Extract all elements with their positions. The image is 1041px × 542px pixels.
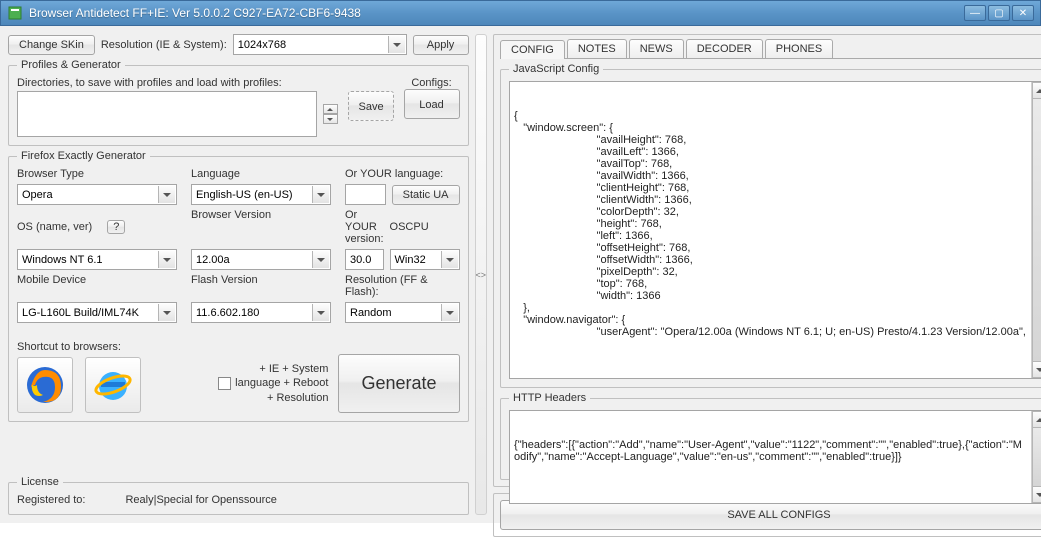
- resolution-select[interactable]: 1024x768: [233, 34, 407, 55]
- splitter-handle[interactable]: <>: [475, 34, 488, 515]
- browser-version-select[interactable]: 12.00a: [191, 249, 331, 270]
- generate-options-label: + IE + System language + Reboot + Resolu…: [218, 362, 328, 405]
- http-headers-fieldset: HTTP Headers {"headers":[{"action":"Add"…: [500, 392, 1041, 480]
- os-label: OS (name, ver): [17, 221, 92, 233]
- tab-phones[interactable]: PHONES: [765, 39, 833, 58]
- chevron-down-icon: [441, 251, 458, 268]
- generate-button[interactable]: Generate: [338, 354, 459, 413]
- browser-type-select[interactable]: Opera: [17, 184, 177, 205]
- flash-select[interactable]: 11.6.602.180: [191, 302, 331, 323]
- config-fieldset: CONFIG NOTES NEWS DECODER PHONES JavaScr…: [493, 34, 1041, 487]
- registered-label: Registered to:: [17, 494, 85, 506]
- or-version-label: Or YOUR version:: [345, 209, 384, 245]
- generator-fieldset: Firefox Exactly Generator Browser Type L…: [8, 150, 469, 422]
- config-tabs: CONFIG NOTES NEWS DECODER PHONES: [500, 39, 1041, 59]
- chevron-down-icon: [158, 186, 175, 203]
- scroll-down-icon[interactable]: [1032, 361, 1041, 378]
- chevron-down-icon: [388, 36, 405, 53]
- app-icon: [7, 5, 23, 21]
- maximize-button[interactable]: ▢: [988, 5, 1010, 21]
- profiles-fieldset: Profiles & Generator Directories, to sav…: [8, 59, 469, 146]
- resolution-value: 1024x768: [238, 39, 286, 51]
- os-help-button[interactable]: ?: [107, 220, 125, 234]
- static-ua-button[interactable]: Static UA: [392, 185, 460, 205]
- generate-options-checkbox[interactable]: [218, 377, 231, 390]
- apply-button[interactable]: Apply: [413, 35, 469, 55]
- load-profiles-button[interactable]: Load: [404, 89, 460, 119]
- chevron-down-icon: [158, 251, 175, 268]
- license-fieldset: License Registered to: Realy|Special for…: [8, 476, 469, 515]
- js-config-textarea[interactable]: { "window.screen": { "availHeight": 768,…: [509, 81, 1041, 379]
- browser-type-label: Browser Type: [17, 168, 177, 180]
- tab-news[interactable]: NEWS: [629, 39, 684, 58]
- ie-shortcut[interactable]: [85, 357, 141, 413]
- save-all-configs-button[interactable]: SAVE ALL CONFIGS: [500, 500, 1041, 530]
- res-ff-label: Resolution (FF & Flash):: [345, 274, 460, 298]
- minimize-button[interactable]: —: [964, 5, 986, 21]
- close-button[interactable]: ✕: [1012, 5, 1034, 21]
- directories-label: Directories, to save with profiles and l…: [17, 77, 338, 89]
- mobile-label: Mobile Device: [17, 274, 177, 298]
- tab-notes[interactable]: NOTES: [567, 39, 627, 58]
- os-select[interactable]: Windows NT 6.1: [17, 249, 177, 270]
- firefox-shortcut[interactable]: [17, 357, 73, 413]
- profiles-dir-input[interactable]: [17, 91, 317, 137]
- language-select[interactable]: English-US (en-US): [191, 184, 331, 205]
- save-profiles-button[interactable]: Save: [348, 91, 394, 121]
- js-config-legend: JavaScript Config: [509, 63, 603, 75]
- license-legend: License: [17, 476, 63, 488]
- registered-value: Realy|Special for Openssource: [125, 494, 276, 506]
- scroll-down-icon[interactable]: [1032, 486, 1041, 503]
- or-version-input[interactable]: 30.0: [345, 249, 384, 270]
- http-headers-textarea[interactable]: {"headers":[{"action":"Add","name":"User…: [509, 410, 1041, 504]
- js-config-fieldset: JavaScript Config { "window.screen": { "…: [500, 63, 1041, 388]
- chevron-down-icon: [312, 251, 329, 268]
- http-scrollbar[interactable]: [1031, 411, 1041, 503]
- chevron-down-icon: [158, 304, 175, 321]
- scroll-up-icon[interactable]: [1032, 82, 1041, 99]
- generator-legend: Firefox Exactly Generator: [17, 150, 150, 162]
- language-label: Language: [191, 168, 331, 180]
- profiles-legend: Profiles & Generator: [17, 59, 125, 71]
- scroll-thumb[interactable]: [1032, 99, 1041, 361]
- dir-spinner[interactable]: [323, 104, 338, 124]
- tab-decoder[interactable]: DECODER: [686, 39, 763, 58]
- browser-version-label: Browser Version: [191, 209, 331, 245]
- oscpu-select[interactable]: Win32: [390, 249, 460, 270]
- configs-label: Configs:: [404, 77, 460, 89]
- scroll-thumb[interactable]: [1032, 428, 1041, 486]
- window-title: Browser Antidetect FF+IE: Ver 5.0.0.2 C9…: [29, 6, 964, 20]
- http-headers-legend: HTTP Headers: [509, 392, 590, 404]
- chevron-down-icon: [441, 304, 458, 321]
- chevron-down-icon: [312, 186, 329, 203]
- js-scrollbar[interactable]: [1031, 82, 1041, 378]
- oscpu-label: OSCPU: [390, 221, 460, 233]
- change-skin-button[interactable]: Change SKin: [8, 35, 95, 55]
- or-language-label: Or YOUR language:: [345, 168, 460, 180]
- flash-label: Flash Version: [191, 274, 331, 298]
- shortcut-label: Shortcut to browsers:: [17, 341, 141, 353]
- res-ff-select[interactable]: Random: [345, 302, 460, 323]
- mobile-select[interactable]: LG-L160L Build/IML74K: [17, 302, 177, 323]
- titlebar: Browser Antidetect FF+IE: Ver 5.0.0.2 C9…: [0, 0, 1041, 26]
- resolution-label: Resolution (IE & System):: [101, 39, 227, 51]
- tab-config[interactable]: CONFIG: [500, 40, 565, 59]
- scroll-up-icon[interactable]: [1032, 411, 1041, 428]
- or-language-input[interactable]: [345, 184, 386, 205]
- chevron-down-icon: [312, 304, 329, 321]
